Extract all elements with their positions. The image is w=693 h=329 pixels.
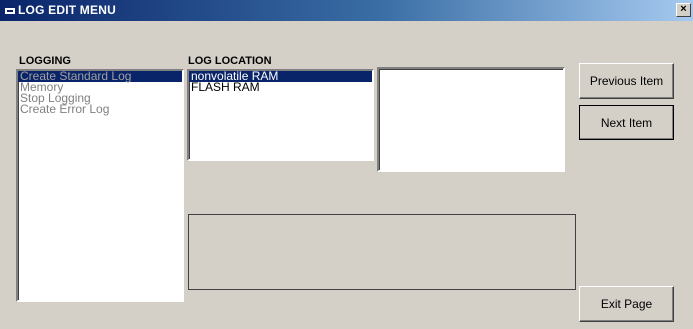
close-icon: ×: [680, 3, 687, 15]
log-location-label: LOG LOCATION: [188, 55, 272, 67]
log-location-listbox[interactable]: nonvolatile RAM FLASH RAM: [187, 69, 374, 161]
window-app-icon: [5, 6, 15, 14]
exit-page-button[interactable]: Exit Page: [579, 286, 674, 322]
close-button[interactable]: ×: [676, 3, 691, 17]
logging-item-create-error-log[interactable]: Create Error Log: [18, 103, 182, 115]
title-bar: LOG EDIT MENU ×: [0, 0, 693, 21]
logging-label: LOGGING: [19, 55, 71, 67]
window-title: LOG EDIT MENU: [18, 3, 116, 17]
logging-listbox[interactable]: Create Standard Log Memory Stop Logging …: [16, 69, 184, 302]
previous-item-button[interactable]: Previous Item: [579, 63, 674, 99]
next-item-button[interactable]: Next Item: [579, 105, 674, 140]
log-location-item-flash-ram[interactable]: FLASH RAM: [189, 81, 372, 93]
value-display-box: [377, 67, 565, 172]
message-panel: [188, 214, 576, 290]
